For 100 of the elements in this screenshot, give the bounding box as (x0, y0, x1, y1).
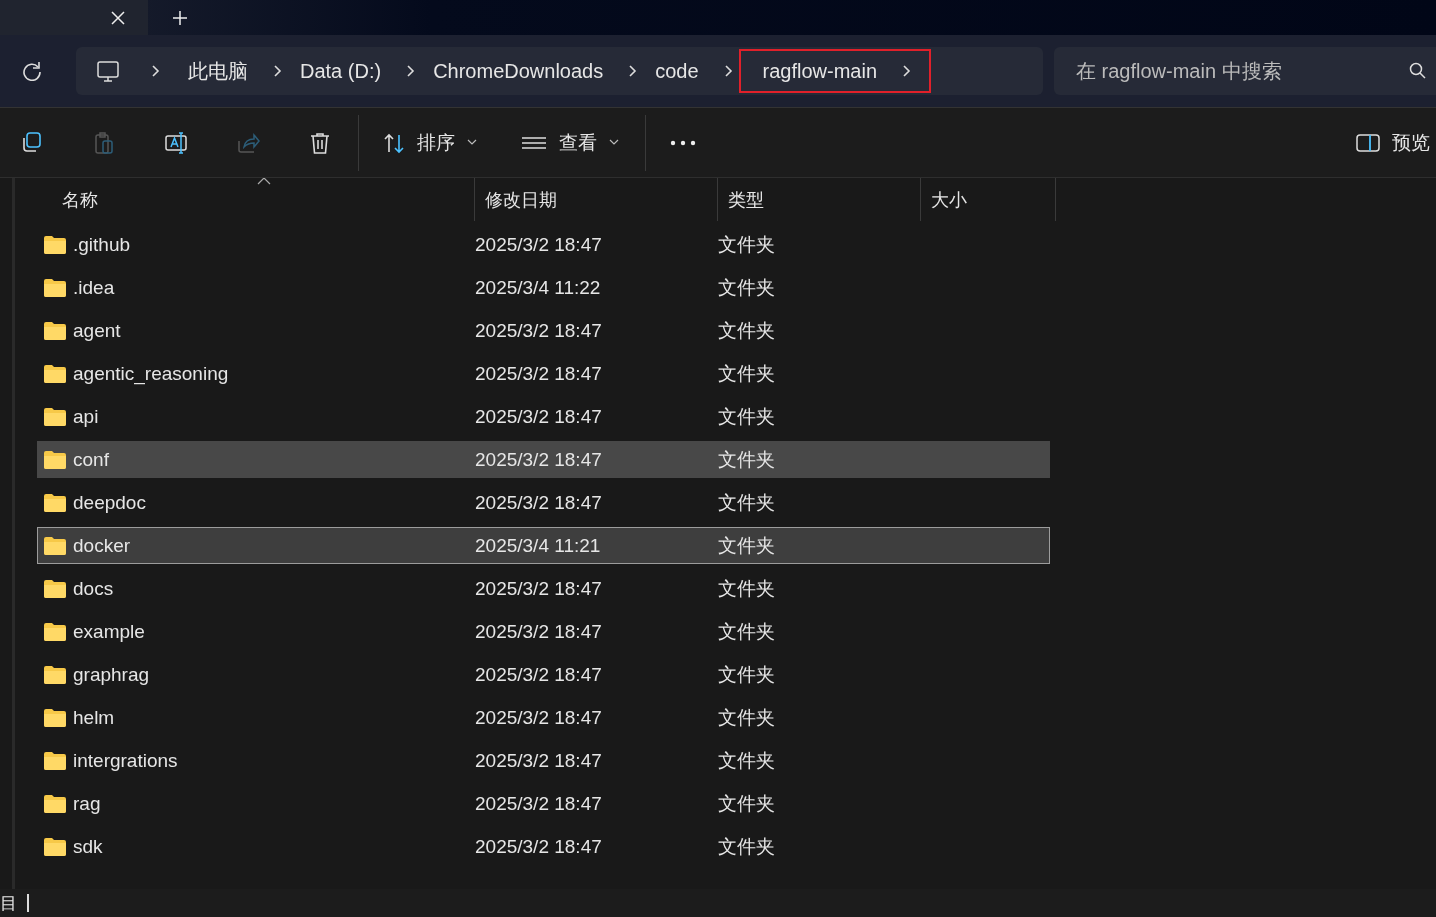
file-row[interactable]: example 2025/3/2 18:47 文件夹 (37, 613, 1050, 650)
file-row[interactable]: rag 2025/3/2 18:47 文件夹 (37, 785, 1050, 822)
rename-icon (164, 130, 188, 155)
breadcrumb-item[interactable]: Data (D:) (300, 49, 427, 93)
date-cell-text: 2025/3/2 18:47 (475, 319, 603, 342)
caret-icon (609, 139, 619, 146)
type-cell-text: 文件夹 (718, 576, 776, 601)
file-name: .idea (73, 276, 115, 299)
type-cell-text: 文件夹 (718, 404, 776, 429)
chevron-icon (150, 64, 160, 78)
file-row[interactable]: api 2025/3/2 18:47 文件夹 (37, 398, 1050, 435)
date-cell-text: 2025/3/2 18:47 (475, 835, 603, 858)
view-button[interactable]: 查看 (509, 121, 631, 164)
type-cell-text: 文件夹 (718, 834, 776, 859)
file-name: agentic_reasoning (73, 362, 229, 385)
type-cell-text: 文件夹 (718, 619, 776, 644)
type-cell-text: 文件夹 (718, 705, 776, 730)
type-cell-text: 文件夹 (718, 447, 776, 472)
file-name: rag (73, 792, 101, 815)
file-row[interactable]: helm 2025/3/2 18:47 文件夹 (37, 699, 1050, 736)
address-bar[interactable]: 此电脑 Data (D:) ChromeDownloads code ragflow-main (76, 47, 1043, 95)
column-header[interactable]: 类型 (718, 178, 921, 221)
folder-icon (44, 278, 66, 297)
date-cell-text: 2025/3/2 18:47 (475, 362, 603, 385)
file-name: docker (73, 534, 131, 557)
file-row[interactable]: docs 2025/3/2 18:47 文件夹 (37, 570, 1050, 607)
file-name: agent (73, 319, 121, 342)
file-row[interactable]: docker 2025/3/4 11:21 文件夹 (37, 527, 1050, 564)
column-header[interactable]: 修改日期 (475, 178, 718, 221)
chevron-icon (722, 64, 733, 78)
folder-icon (44, 794, 66, 813)
sort-caret-icon (256, 178, 271, 185)
monitor-icon (96, 60, 120, 82)
date-cell-text: 2025/3/4 11:21 (475, 534, 602, 557)
file-row[interactable]: agent 2025/3/2 18:47 文件夹 (37, 312, 1050, 349)
plus-icon[interactable] (172, 9, 188, 26)
file-name: graphrag (73, 663, 150, 686)
type-cell-text: 文件夹 (718, 662, 776, 687)
breadcrumb-item[interactable]: 此电脑 (188, 49, 293, 93)
close-icon[interactable] (110, 9, 126, 26)
file-name: sdk (73, 835, 103, 858)
preview-icon (1356, 133, 1380, 152)
date-cell-text: 2025/3/2 18:47 (475, 792, 603, 815)
column-header[interactable]: 名称 (15, 178, 475, 221)
search-field[interactable]: 在 ragflow-main 中搜索 (1054, 47, 1436, 95)
folder-icon (44, 493, 66, 512)
status-text: 目 (0, 892, 17, 915)
more-icon (670, 138, 696, 147)
date-cell-text: 2025/3/2 18:47 (475, 491, 603, 514)
type-cell-text: 文件夹 (718, 232, 776, 257)
folder-icon (44, 321, 66, 340)
file-row[interactable]: intergrations 2025/3/2 18:47 文件夹 (37, 742, 1050, 779)
folder-icon (44, 579, 66, 598)
file-name: helm (73, 706, 115, 729)
date-cell-text: 2025/3/2 18:47 (475, 577, 603, 600)
folder-icon (44, 665, 66, 684)
file-name: deepdoc (73, 491, 146, 514)
file-name: .github (73, 233, 131, 256)
folder-icon (44, 364, 66, 383)
caret-icon (467, 139, 477, 146)
folder-icon (44, 450, 66, 469)
sort-icon (383, 131, 405, 154)
chevron-icon (405, 64, 416, 78)
file-row[interactable]: .github 2025/3/2 18:47 文件夹 (37, 226, 1050, 263)
file-row[interactable]: conf 2025/3/2 18:47 文件夹 (37, 441, 1050, 478)
file-name: api (73, 405, 99, 428)
folder-icon (44, 536, 66, 555)
type-cell-text: 文件夹 (718, 791, 776, 816)
file-row[interactable]: sdk 2025/3/2 18:47 文件夹 (37, 828, 1050, 865)
paste-icon (92, 130, 116, 155)
copy-icon (20, 130, 44, 155)
date-cell-text: 2025/3/2 18:47 (475, 448, 603, 471)
date-cell-text: 2025/3/2 18:47 (475, 706, 603, 729)
folder-icon (44, 407, 66, 426)
sort-button[interactable]: 排序 (371, 121, 489, 164)
preview-button[interactable]: 预览 (1344, 121, 1436, 164)
folder-icon (44, 751, 66, 770)
type-cell-text: 文件夹 (718, 533, 776, 558)
file-name: conf (73, 448, 109, 471)
search-icon (1409, 62, 1426, 79)
breadcrumb-item[interactable]: ChromeDownloads (433, 49, 649, 93)
file-name: intergrations (73, 749, 178, 772)
file-row[interactable]: deepdoc 2025/3/2 18:47 文件夹 (37, 484, 1050, 521)
chevron-icon (901, 64, 912, 78)
share-icon (236, 130, 260, 155)
file-row[interactable]: .idea 2025/3/4 11:22 文件夹 (37, 269, 1050, 306)
date-cell-text: 2025/3/2 18:47 (475, 663, 603, 686)
file-name: docs (73, 577, 114, 600)
refresh-icon[interactable] (22, 61, 42, 81)
folder-icon (44, 708, 66, 727)
breadcrumb-item[interactable]: ragflow-main (738, 49, 932, 93)
file-row[interactable]: graphrag 2025/3/2 18:47 文件夹 (37, 656, 1050, 693)
chevron-icon (272, 64, 282, 78)
type-cell-text: 文件夹 (718, 318, 776, 343)
date-cell-text: 2025/3/2 18:47 (475, 749, 603, 772)
chevron-icon (627, 64, 638, 78)
date-cell-text: 2025/3/2 18:47 (475, 620, 603, 643)
file-row[interactable]: agentic_reasoning 2025/3/2 18:47 文件夹 (37, 355, 1050, 392)
column-header[interactable]: 大小 (921, 178, 1056, 221)
type-cell-text: 文件夹 (718, 275, 776, 300)
